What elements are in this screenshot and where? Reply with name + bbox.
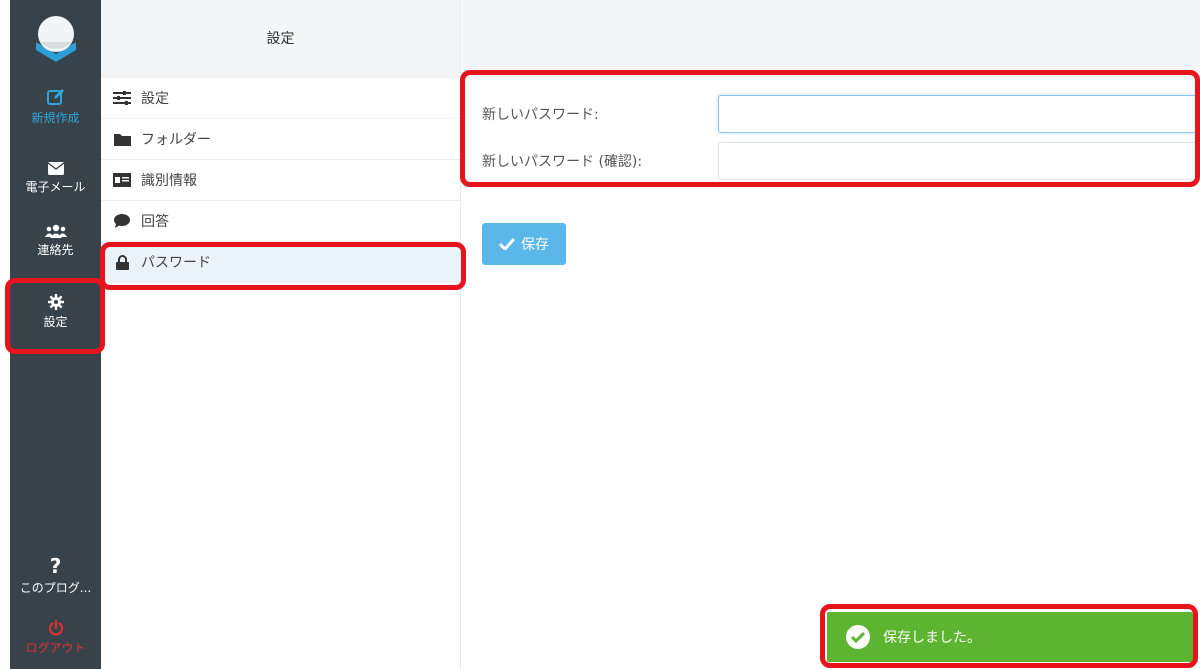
toast-message: 保存しました。	[883, 630, 981, 646]
nav-contacts-button[interactable]: 連絡先	[10, 224, 101, 258]
logo-icon	[36, 16, 76, 62]
nav-compose-label: 新規作成	[31, 111, 80, 125]
nav-about-button[interactable]: ? このプログ...	[10, 556, 101, 596]
app-window: 新規作成 電子メール 連絡先 設定 ? このプログ... ログアウト 設定 設定…	[0, 0, 1200, 669]
settings-item-identities[interactable]: 識別情報	[101, 160, 460, 201]
app-nav: 新規作成 電子メール 連絡先 設定 ? このプログ... ログアウト	[10, 0, 101, 669]
lock-icon	[113, 254, 131, 270]
password-pane: 新しいパスワード: 新しいパスワード (確認): 保存	[462, 0, 1200, 669]
settings-list-header: 設定	[101, 0, 460, 78]
new-password-input[interactable]	[718, 95, 1198, 133]
nav-logout-label: ログアウト	[25, 641, 86, 655]
settings-item-responses[interactable]: 回答	[101, 201, 460, 242]
nav-logout-button[interactable]: ログアウト	[10, 620, 101, 656]
comment-icon	[113, 214, 131, 228]
confirm-password-input[interactable]	[718, 142, 1198, 180]
settings-item-preferences[interactable]: 設定	[101, 78, 460, 119]
compose-icon	[46, 89, 64, 105]
check-circle-icon	[846, 625, 870, 649]
nav-contacts-label: 連絡先	[37, 243, 74, 257]
nav-mail-label: 電子メール	[25, 180, 86, 194]
settings-item-label: パスワード	[141, 255, 211, 271]
save-button[interactable]: 保存	[482, 223, 566, 265]
password-pane-header	[462, 0, 1200, 78]
settings-item-label: 回答	[141, 214, 169, 230]
contacts-icon	[44, 224, 67, 238]
nav-about-label: このプログ...	[19, 581, 92, 595]
save-button-label: 保存	[521, 236, 549, 252]
nav-settings-label: 設定	[43, 315, 68, 329]
settings-item-label: 設定	[141, 91, 169, 107]
confirm-password-label: 新しいパスワード (確認):	[482, 154, 643, 170]
new-password-label: 新しいパスワード:	[482, 107, 599, 123]
settings-item-label: 識別情報	[141, 173, 197, 189]
settings-item-label: フォルダー	[141, 132, 211, 148]
question-icon: ?	[49, 554, 62, 578]
check-icon	[499, 238, 515, 250]
success-toast[interactable]: 保存しました。	[827, 612, 1193, 662]
id-card-icon	[113, 173, 131, 187]
sliders-icon	[113, 91, 131, 105]
nav-settings-button[interactable]: 設定	[10, 294, 101, 330]
settings-item-folders[interactable]: フォルダー	[101, 119, 460, 160]
new-password-row: 新しいパスワード:	[482, 94, 1198, 134]
nav-compose-button[interactable]: 新規作成	[10, 88, 101, 126]
gear-icon	[47, 294, 64, 310]
power-icon	[48, 620, 63, 636]
mail-icon	[47, 162, 64, 175]
settings-list: 設定 設定 フォルダー 識別情報 回答 パスワード	[101, 0, 461, 669]
confirm-password-row: 新しいパスワード (確認):	[482, 141, 1198, 181]
nav-mail-button[interactable]: 電子メール	[10, 162, 101, 195]
settings-item-password[interactable]: パスワード	[101, 242, 460, 283]
folder-icon	[113, 132, 131, 146]
